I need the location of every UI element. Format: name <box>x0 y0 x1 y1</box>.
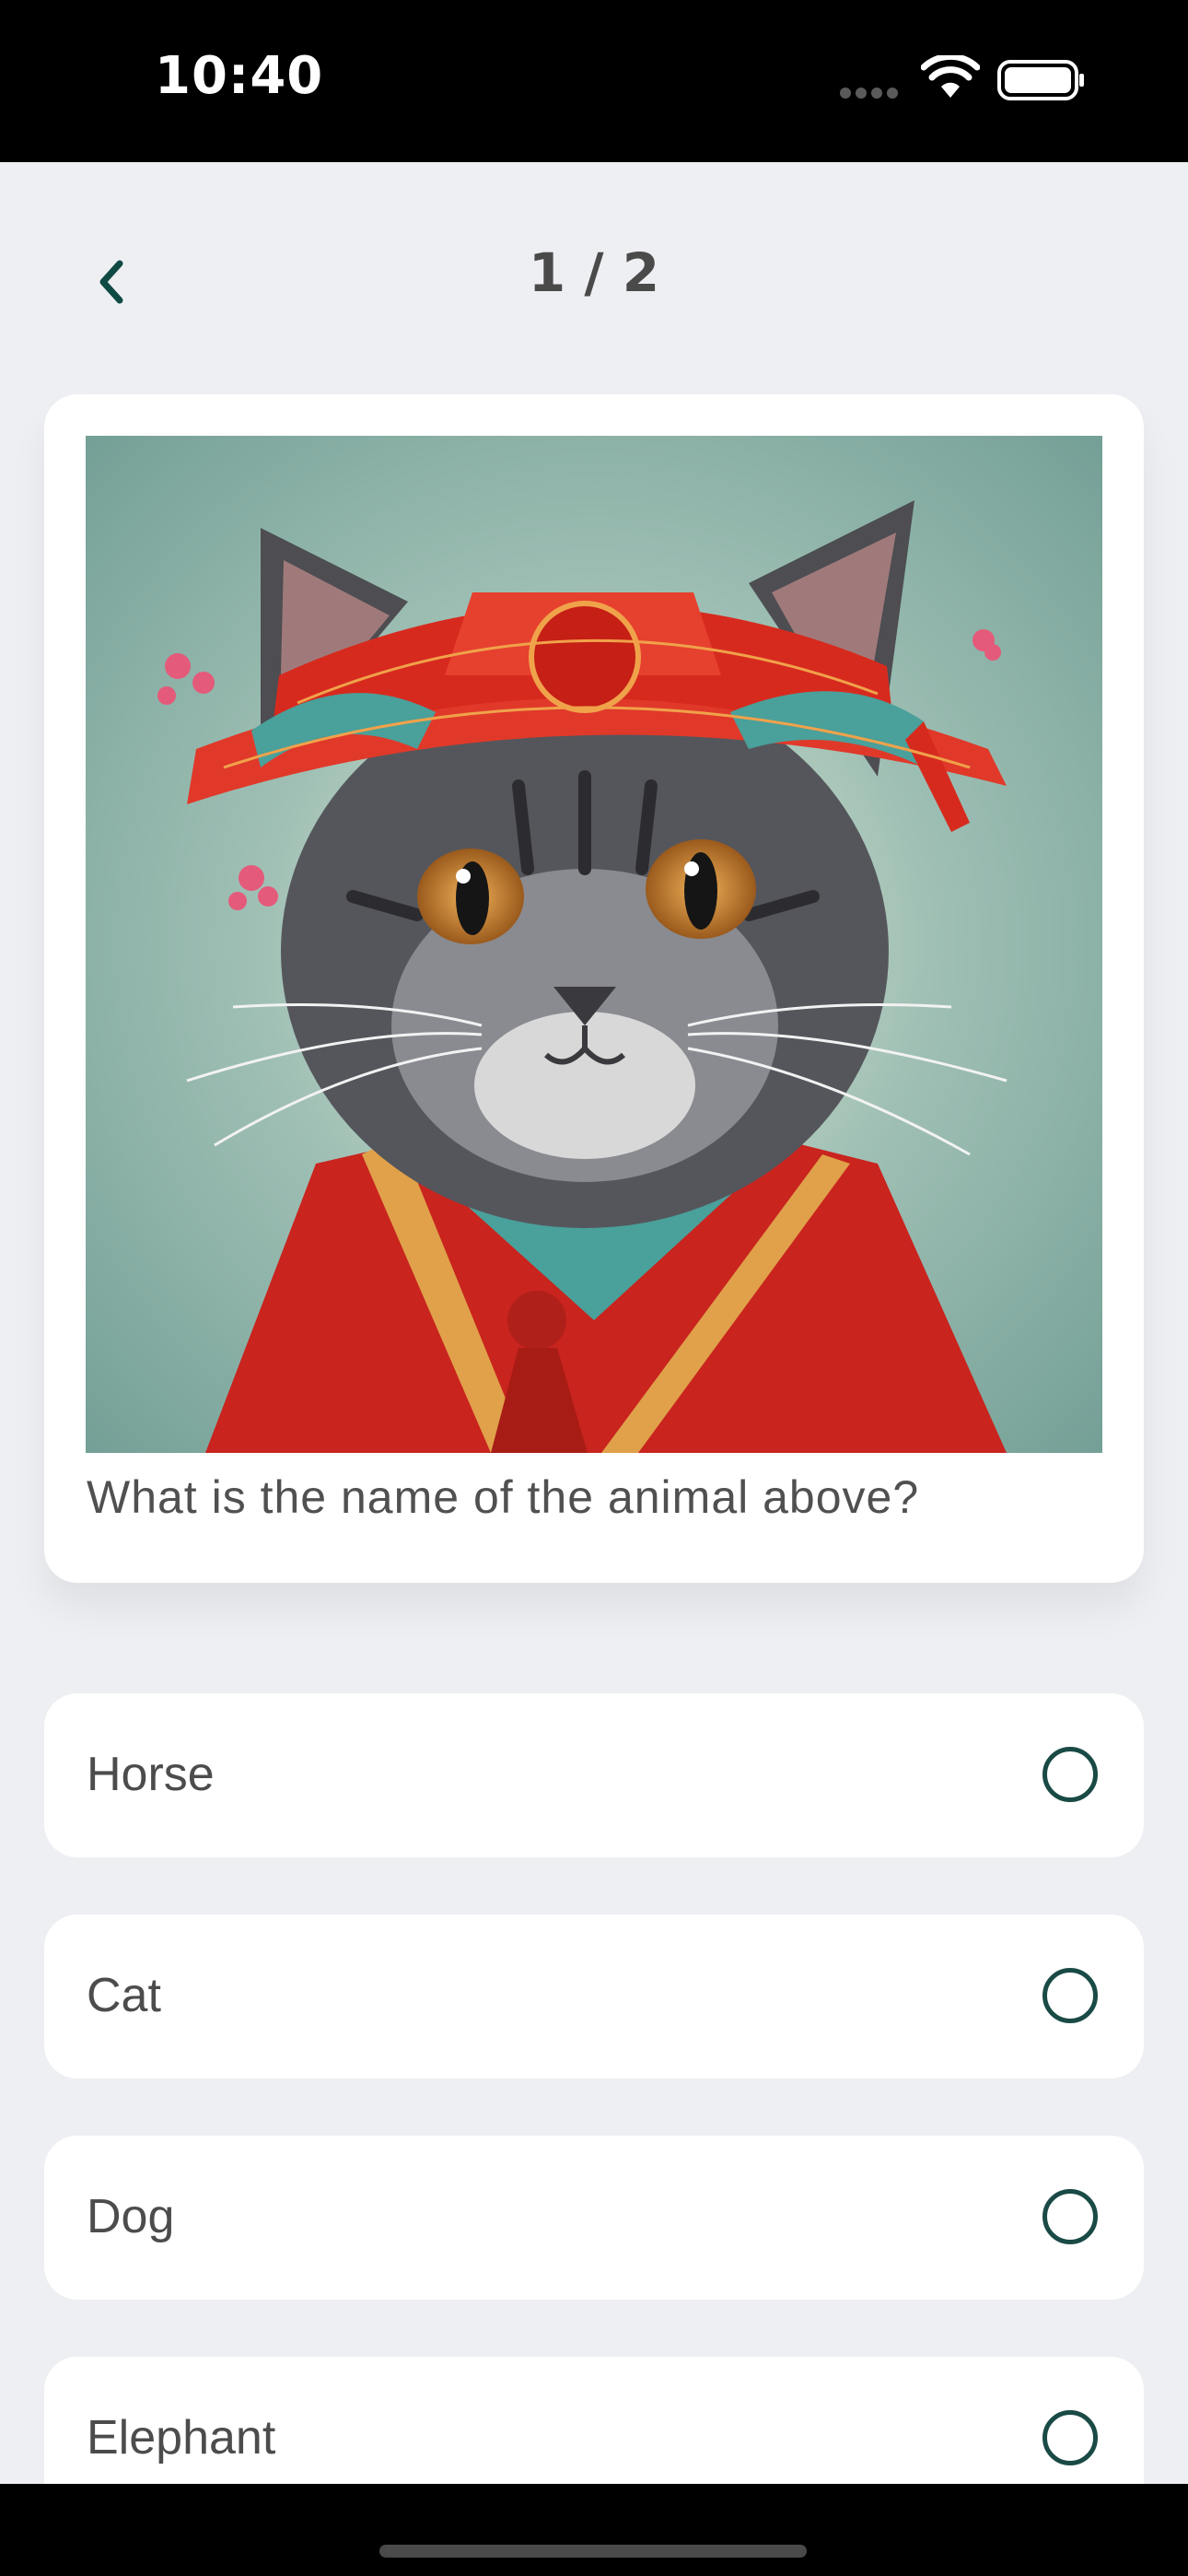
option-label: Horse <box>87 1748 215 1801</box>
option-label: Cat <box>87 1969 161 2022</box>
radio-button[interactable] <box>1042 1747 1098 1802</box>
radio-button[interactable] <box>1042 2189 1098 2244</box>
option-label: Elephant <box>87 2411 276 2465</box>
answer-option-dog[interactable]: Dog <box>44 2136 1144 2300</box>
home-indicator[interactable] <box>379 2545 807 2558</box>
answer-option-horse[interactable]: Horse <box>44 1693 1144 1857</box>
question-card: What is the name of the animal above? <box>44 394 1144 1583</box>
radio-button[interactable] <box>1042 2410 1098 2465</box>
status-time: 10:40 <box>155 46 324 106</box>
option-label: Dog <box>87 2190 175 2243</box>
answer-option-elephant[interactable]: Elephant <box>44 2357 1144 2484</box>
radio-button[interactable] <box>1042 1968 1098 2023</box>
answer-option-cat[interactable]: Cat <box>44 1914 1144 2078</box>
quiz-screen: 1 / 2 What is the name of the animal abo… <box>0 162 1188 2484</box>
battery-icon <box>997 60 1084 100</box>
wifi-icon <box>921 55 980 98</box>
nav-header: 1 / 2 <box>0 162 1188 383</box>
question-progress: 1 / 2 <box>528 241 660 304</box>
status-bar: 10:40 <box>0 0 1188 162</box>
cellular-signal-icon <box>840 85 904 99</box>
bottom-bar <box>0 2484 1188 2576</box>
question-image <box>86 436 1102 1453</box>
question-text: What is the name of the animal above? <box>87 1471 920 1523</box>
cat-illustration-icon <box>86 436 1102 1453</box>
